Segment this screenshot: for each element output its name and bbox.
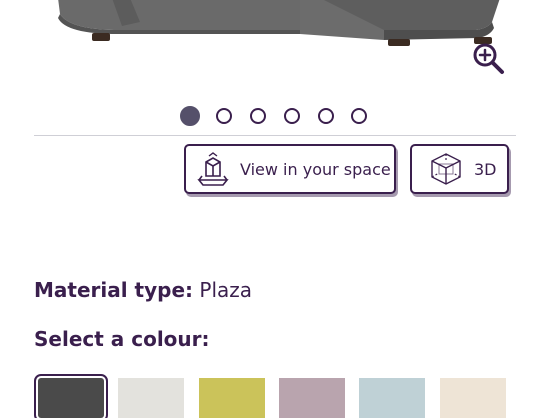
colour-swatch-5[interactable]	[359, 378, 425, 418]
carousel-dots	[0, 106, 550, 130]
colour-swatch-3[interactable]	[199, 378, 265, 418]
carousel-dot-1[interactable]	[180, 106, 200, 126]
colour-swatch-1[interactable]	[34, 374, 108, 418]
zoom-in-icon	[473, 43, 504, 74]
carousel-dot-2[interactable]	[216, 108, 232, 124]
colour-swatch-6[interactable]	[440, 378, 506, 418]
sofa-image	[58, 0, 500, 46]
carousel-dot-5[interactable]	[318, 108, 334, 124]
view-in-your-space-label: View in your space	[240, 159, 391, 179]
three-d-label: 3D	[474, 159, 497, 179]
material-type: Material type: Plaza	[34, 278, 252, 302]
colour-swatch-4[interactable]	[279, 378, 345, 418]
ar-cube-icon	[197, 152, 229, 186]
carousel-dot-4[interactable]	[284, 108, 300, 124]
colour-swatch-2[interactable]	[118, 378, 184, 418]
material-type-value: Plaza	[199, 278, 253, 302]
select-colour-heading: Select a colour:	[34, 327, 210, 351]
material-type-label: Material type:	[34, 278, 194, 302]
cube-3d-icon	[431, 153, 461, 185]
carousel-dot-6[interactable]	[351, 108, 367, 124]
carousel-dot-3[interactable]	[250, 108, 266, 124]
three-d-button[interactable]: 3D	[410, 144, 509, 194]
divider	[34, 135, 516, 136]
view-in-your-space-button[interactable]: View in your space	[184, 144, 396, 194]
zoom-button[interactable]	[470, 40, 506, 76]
product-image	[0, 0, 550, 52]
